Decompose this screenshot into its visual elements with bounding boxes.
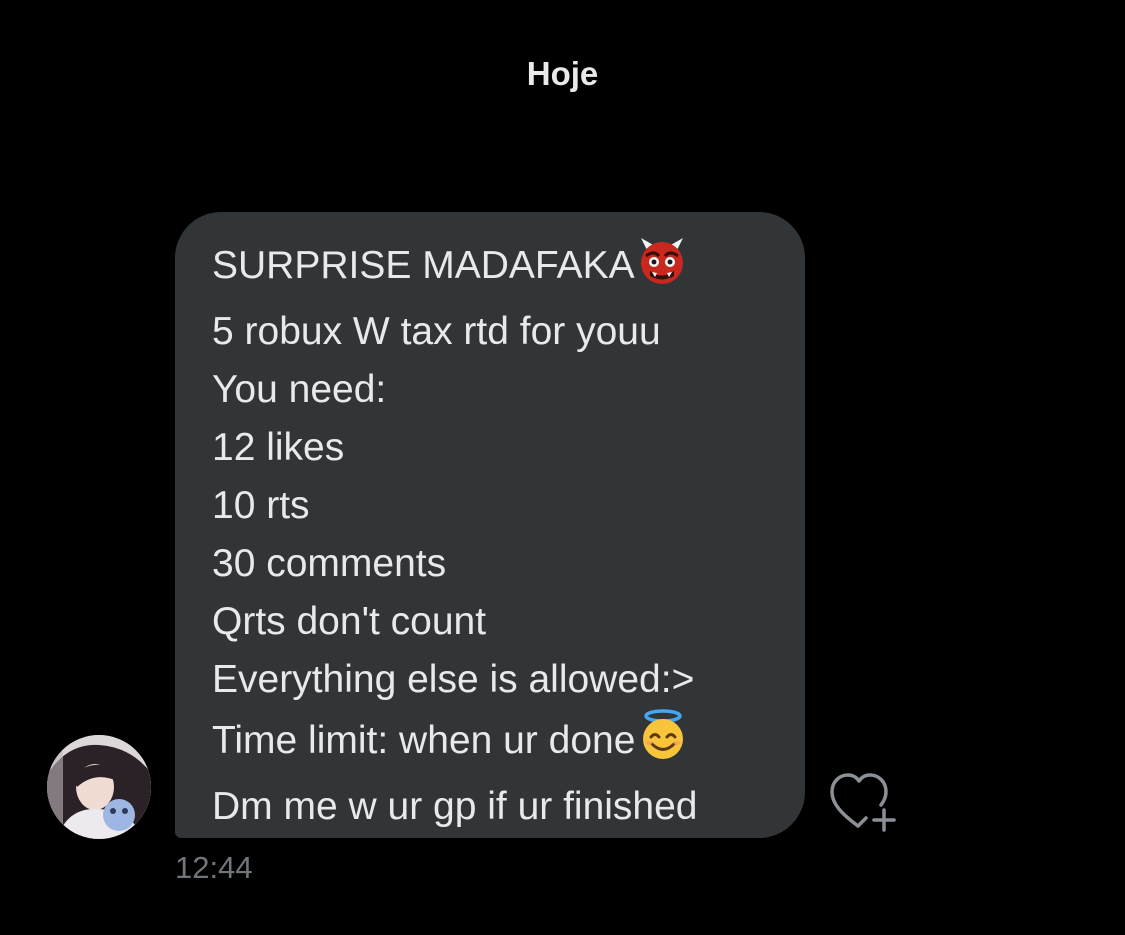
message-line: Time limit: when ur done bbox=[212, 709, 785, 778]
message-line: Qrts don't count bbox=[212, 600, 487, 643]
heart-add-icon bbox=[830, 773, 896, 832]
message-timestamp: 12:44 bbox=[175, 850, 253, 885]
message-line: Everything else is allowed:> bbox=[212, 658, 695, 701]
message-row: SURPRISE MADAFAKA 5 robux W tax rtd for … bbox=[0, 0, 1125, 935]
message-line: 30 comments bbox=[212, 542, 447, 585]
message-line: You need: bbox=[212, 368, 387, 411]
add-reaction-button[interactable] bbox=[828, 770, 904, 834]
message-line: SURPRISE MADAFAKA bbox=[212, 236, 785, 303]
sender-avatar[interactable] bbox=[47, 735, 151, 839]
smiling-face-with-halo-emoji bbox=[637, 709, 689, 778]
message-line: Dm me w ur gp if ur finished bbox=[212, 785, 698, 828]
ogre-emoji bbox=[637, 236, 687, 303]
message-bubble[interactable]: SURPRISE MADAFAKA 5 robux W tax rtd for … bbox=[175, 212, 805, 838]
message-line: 12 likes bbox=[212, 426, 345, 469]
message-line: 5 robux W tax rtd for youu bbox=[212, 310, 661, 353]
message-line: 10 rts bbox=[212, 484, 310, 527]
